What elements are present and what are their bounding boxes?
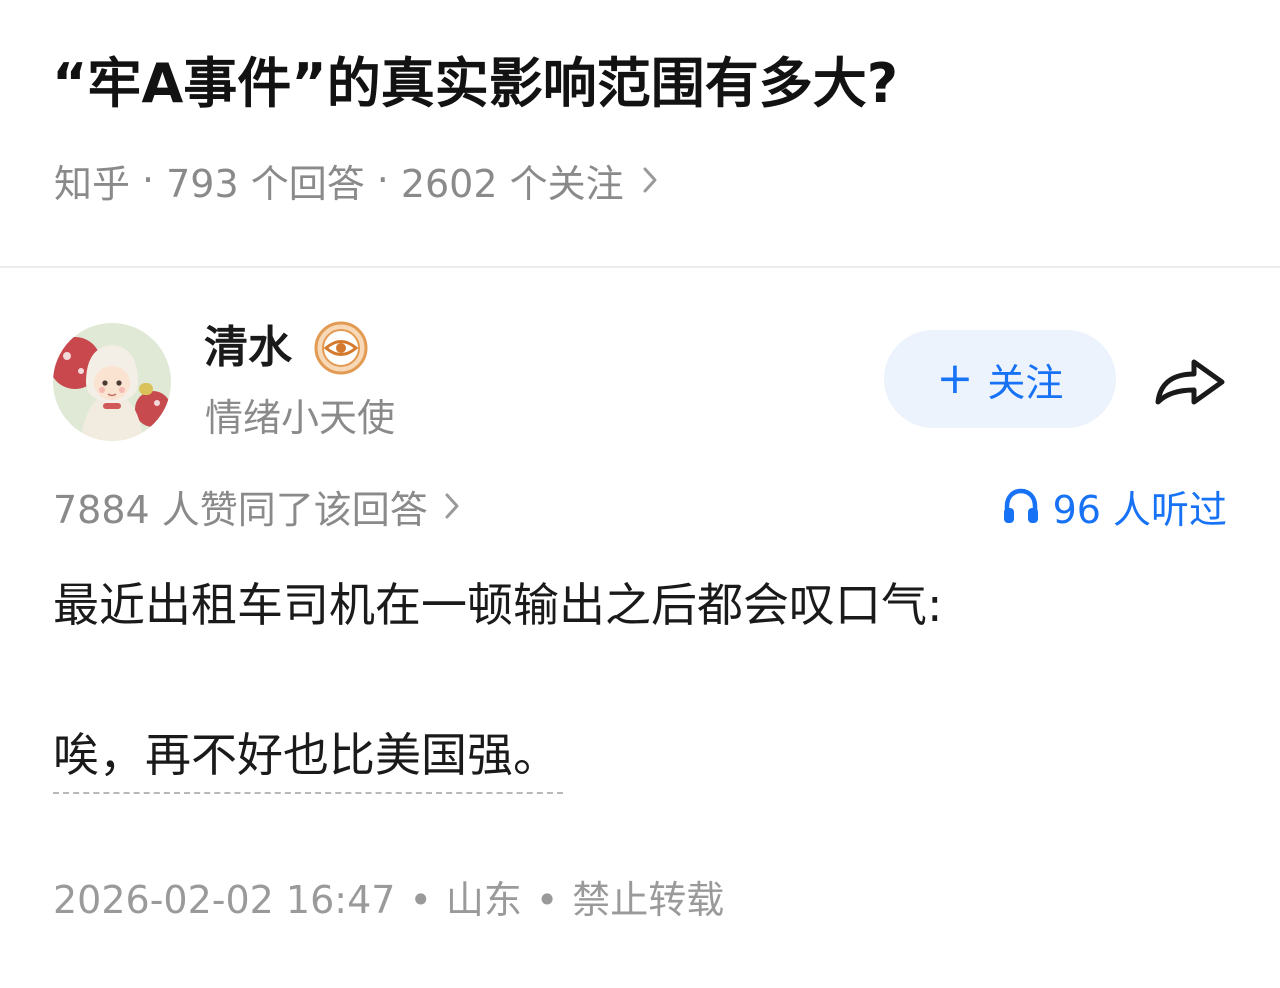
meta-separator: · <box>376 158 389 202</box>
author-avatar[interactable] <box>53 323 171 441</box>
question-title[interactable]: “牢A事件”的真实影响范围有多大? <box>52 46 1232 122</box>
listens-summary[interactable]: 96 人听过 <box>1001 476 1227 536</box>
votes-summary[interactable]: 7884 人赞同了该回答 <box>53 476 460 536</box>
avatar-girl-hood-icon <box>53 323 171 441</box>
meta-separator: • <box>535 878 559 922</box>
share-arrow-icon <box>1155 359 1225 405</box>
followers-count: 2602 个关注 <box>400 161 624 206</box>
answer-paragraph: 最近出租车司机在一顿输出之后都会叹口气: <box>53 578 943 632</box>
follow-label: 关注 <box>987 360 1064 405</box>
answer-location: 山东 <box>445 878 522 922</box>
eye-badge-icon[interactable] <box>314 321 368 375</box>
answer-datetime: 2026-02-02 16:47 <box>53 878 396 922</box>
votes-count: 7884 人赞同了该回答 <box>53 487 428 532</box>
author-name-row[interactable]: 清水 <box>204 318 368 378</box>
copyright-notice: 禁止转载 <box>572 878 725 922</box>
author-name: 清水 <box>204 322 292 373</box>
question-meta[interactable]: 知乎 · 793 个回答 · 2602 个关注 <box>54 150 658 210</box>
answers-count: 793 个回答 <box>166 161 365 206</box>
share-button[interactable] <box>1150 350 1230 412</box>
listens-count: 96 人听过 <box>1052 487 1227 532</box>
plus-icon: + <box>936 353 974 404</box>
chevron-right-icon <box>642 166 658 194</box>
chevron-right-icon <box>444 492 460 520</box>
meta-separator: · <box>142 158 155 202</box>
section-divider <box>0 266 1280 268</box>
headphones-icon <box>1001 486 1041 526</box>
question-source: 知乎 <box>54 161 131 206</box>
answer-paragraph-highlighted[interactable]: 唉，再不好也比美国强。 <box>53 722 563 794</box>
follow-button[interactable]: + 关注 <box>884 330 1116 428</box>
author-bio: 情绪小天使 <box>205 396 396 440</box>
answer-footer: 2026-02-02 16:47 • 山东 • 禁止转载 <box>53 870 724 930</box>
meta-separator: • <box>409 878 432 922</box>
